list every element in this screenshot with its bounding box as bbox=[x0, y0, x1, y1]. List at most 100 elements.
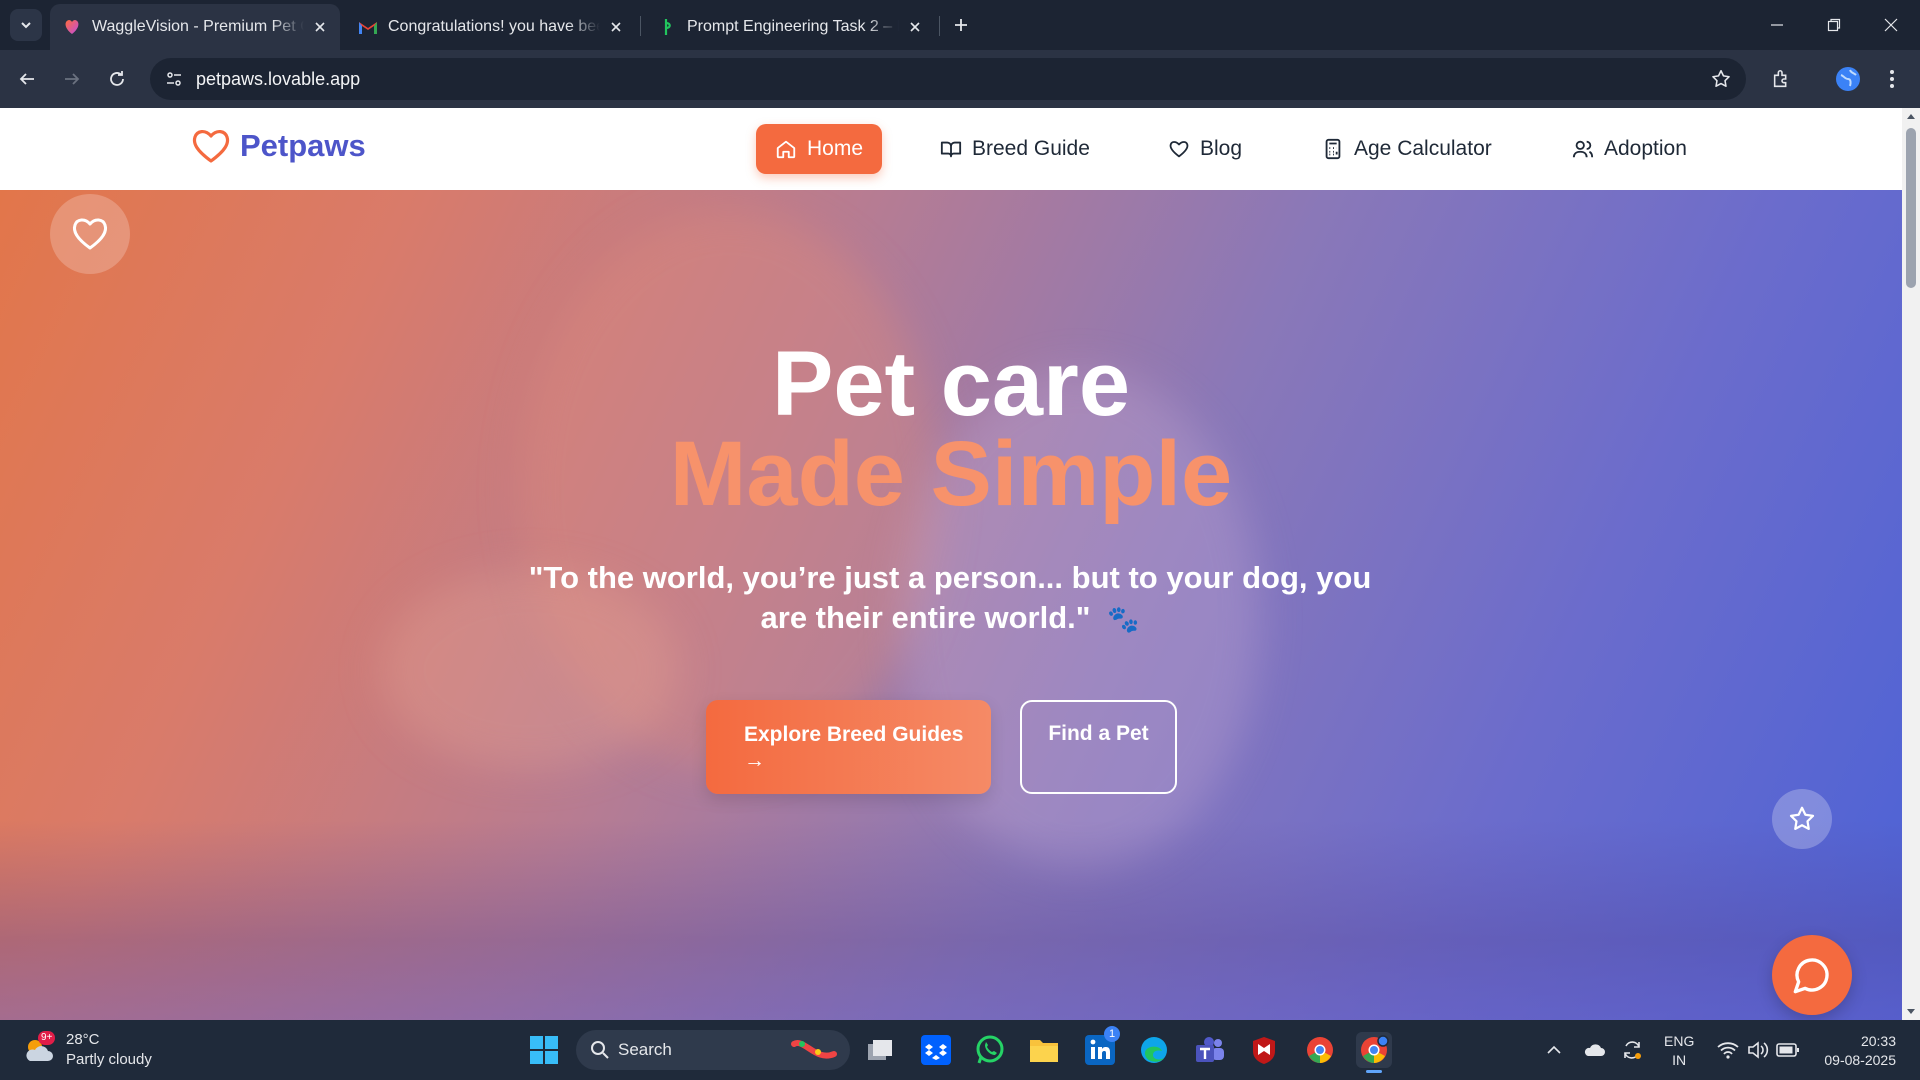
wifi-tray[interactable] bbox=[1716, 1038, 1740, 1062]
close-tab-icon[interactable] bbox=[310, 17, 330, 37]
site-favicon-icon bbox=[657, 17, 677, 37]
weather-badge: 9+ bbox=[38, 1031, 56, 1045]
taskbar-search[interactable]: Search bbox=[576, 1030, 850, 1070]
nav-adoption-label: Adoption bbox=[1604, 137, 1687, 160]
whatsapp-app[interactable] bbox=[972, 1032, 1008, 1068]
forward-button[interactable] bbox=[57, 64, 87, 94]
sync-tray[interactable] bbox=[1620, 1038, 1644, 1062]
active-app-indicator bbox=[1366, 1070, 1382, 1073]
language-line1: ENG bbox=[1664, 1033, 1695, 1049]
tab-title: Congratulations! you have been bbox=[388, 18, 600, 35]
nav-blog-label: Blog bbox=[1200, 137, 1243, 160]
battery-tray[interactable] bbox=[1776, 1038, 1800, 1062]
task-view-button[interactable] bbox=[862, 1032, 898, 1068]
scroll-up-icon bbox=[1907, 114, 1915, 119]
plus-icon bbox=[955, 19, 967, 31]
whatsapp-icon bbox=[976, 1035, 1004, 1064]
chrome-icon bbox=[1307, 1037, 1333, 1063]
explore-breed-guides-button[interactable]: Explore Breed Guides → bbox=[706, 700, 991, 794]
browser-menu-button[interactable] bbox=[1876, 63, 1908, 95]
close-tab-icon[interactable] bbox=[905, 17, 925, 37]
hero-section: Pet care Made Simple "To the world, you’… bbox=[0, 190, 1902, 1020]
mcafee-app[interactable] bbox=[1246, 1032, 1282, 1068]
hero-title-line2: Made Simple bbox=[669, 423, 1233, 525]
onedrive-tray[interactable] bbox=[1582, 1038, 1606, 1062]
brand-logo[interactable]: Petpaws bbox=[192, 128, 366, 164]
windows-logo-icon bbox=[530, 1036, 558, 1064]
browser-tab-bar: WaggleVision - Premium Pet Care Congratu… bbox=[0, 0, 1920, 50]
globe-avatar-icon bbox=[1836, 67, 1860, 91]
find-a-pet-button[interactable]: Find a Pet bbox=[1020, 700, 1177, 794]
address-bar[interactable]: petpaws.lovable.app bbox=[150, 58, 1746, 100]
mcafee-shield-icon bbox=[1253, 1037, 1275, 1064]
home-icon bbox=[776, 140, 796, 159]
start-button[interactable] bbox=[526, 1032, 562, 1068]
language-indicator[interactable]: ENG IN bbox=[1664, 1032, 1694, 1070]
close-tab-icon[interactable] bbox=[606, 17, 626, 37]
edge-app[interactable] bbox=[1136, 1032, 1172, 1068]
dropbox-app[interactable] bbox=[918, 1032, 954, 1068]
language-line2: IN bbox=[1672, 1052, 1687, 1068]
nav-age-calculator[interactable]: Age Calculator bbox=[1322, 124, 1492, 174]
arrow-left-icon bbox=[19, 73, 34, 85]
file-explorer-app[interactable] bbox=[1026, 1032, 1062, 1068]
minimize-button[interactable] bbox=[1762, 10, 1792, 40]
search-highlight-icon bbox=[791, 1040, 837, 1059]
cloud-icon bbox=[1584, 1044, 1605, 1056]
partly-cloudy-icon: 9+ bbox=[22, 1031, 56, 1065]
tab-gmail[interactable]: Congratulations! you have been bbox=[346, 4, 636, 50]
close-window-button[interactable] bbox=[1876, 10, 1906, 40]
floating-star-badge bbox=[1772, 789, 1832, 849]
volume-icon bbox=[1748, 1041, 1769, 1059]
tab-search-button[interactable] bbox=[10, 9, 42, 41]
arrow-right-icon bbox=[65, 73, 80, 85]
url-text[interactable]: petpaws.lovable.app bbox=[196, 69, 360, 90]
message-circle-icon bbox=[1793, 958, 1829, 994]
volume-tray[interactable] bbox=[1746, 1038, 1770, 1062]
paw-emoji-icon: 🐾 bbox=[1107, 604, 1140, 634]
weather-desc: Partly cloudy bbox=[66, 1051, 152, 1068]
heart-icon bbox=[72, 218, 108, 250]
tab-prompt-engineering[interactable]: Prompt Engineering Task 2 – Fu bbox=[645, 4, 935, 50]
windows-taskbar: 9+ 28°C Partly cloudy Search 1 ENG IN 20… bbox=[0, 1020, 1920, 1080]
nav-breed-guide[interactable]: Breed Guide bbox=[940, 124, 1090, 174]
chevron-up-icon bbox=[1547, 1045, 1561, 1054]
linkedin-badge: 1 bbox=[1104, 1026, 1120, 1042]
find-a-pet-label: Find a Pet bbox=[1048, 722, 1149, 745]
reload-button[interactable] bbox=[102, 64, 132, 94]
nav-breed-guide-label: Breed Guide bbox=[972, 137, 1090, 160]
arrow-right-icon: → bbox=[744, 749, 765, 772]
profile-avatar[interactable] bbox=[1832, 63, 1864, 95]
hero-quote: "To the world, you’re just a person... b… bbox=[520, 558, 1380, 639]
site-info-icon[interactable] bbox=[162, 67, 186, 91]
show-hidden-icons-button[interactable] bbox=[1542, 1038, 1566, 1062]
clock-date: 09-08-2025 bbox=[1824, 1052, 1896, 1068]
tab-title: Prompt Engineering Task 2 – Fu bbox=[687, 18, 899, 35]
puzzle-icon bbox=[1773, 69, 1787, 88]
wifi-icon bbox=[1717, 1042, 1739, 1059]
chat-button[interactable] bbox=[1772, 935, 1852, 1015]
chrome-profile-app-active[interactable] bbox=[1356, 1032, 1392, 1073]
chrome-app[interactable] bbox=[1302, 1032, 1338, 1068]
clock-time: 20:33 bbox=[1860, 1033, 1896, 1049]
tab-separator bbox=[939, 16, 940, 36]
teams-app[interactable] bbox=[1192, 1032, 1228, 1068]
scrollbar-thumb[interactable] bbox=[1906, 128, 1916, 288]
nav-home[interactable]: Home bbox=[756, 124, 882, 174]
extensions-button[interactable] bbox=[1766, 63, 1798, 95]
tab-wagglevision[interactable]: WaggleVision - Premium Pet Care bbox=[50, 4, 340, 50]
nav-blog[interactable]: Blog bbox=[1168, 124, 1242, 174]
linkedin-app[interactable]: 1 bbox=[1082, 1026, 1120, 1068]
restore-button[interactable] bbox=[1819, 10, 1849, 40]
nav-adoption[interactable]: Adoption bbox=[1572, 124, 1687, 174]
gmail-icon bbox=[358, 17, 378, 37]
reload-icon bbox=[110, 71, 124, 86]
system-clock[interactable]: 20:33 09-08-2025 bbox=[1810, 1032, 1896, 1070]
new-tab-button[interactable] bbox=[948, 12, 974, 38]
chevron-down-icon bbox=[21, 22, 31, 29]
weather-widget[interactable]: 9+ 28°C Partly cloudy bbox=[22, 1030, 152, 1070]
page-scrollbar[interactable] bbox=[1902, 108, 1920, 1020]
back-button[interactable] bbox=[12, 64, 42, 94]
bookmark-star-icon[interactable] bbox=[1710, 68, 1732, 90]
restore-icon bbox=[1827, 18, 1841, 32]
